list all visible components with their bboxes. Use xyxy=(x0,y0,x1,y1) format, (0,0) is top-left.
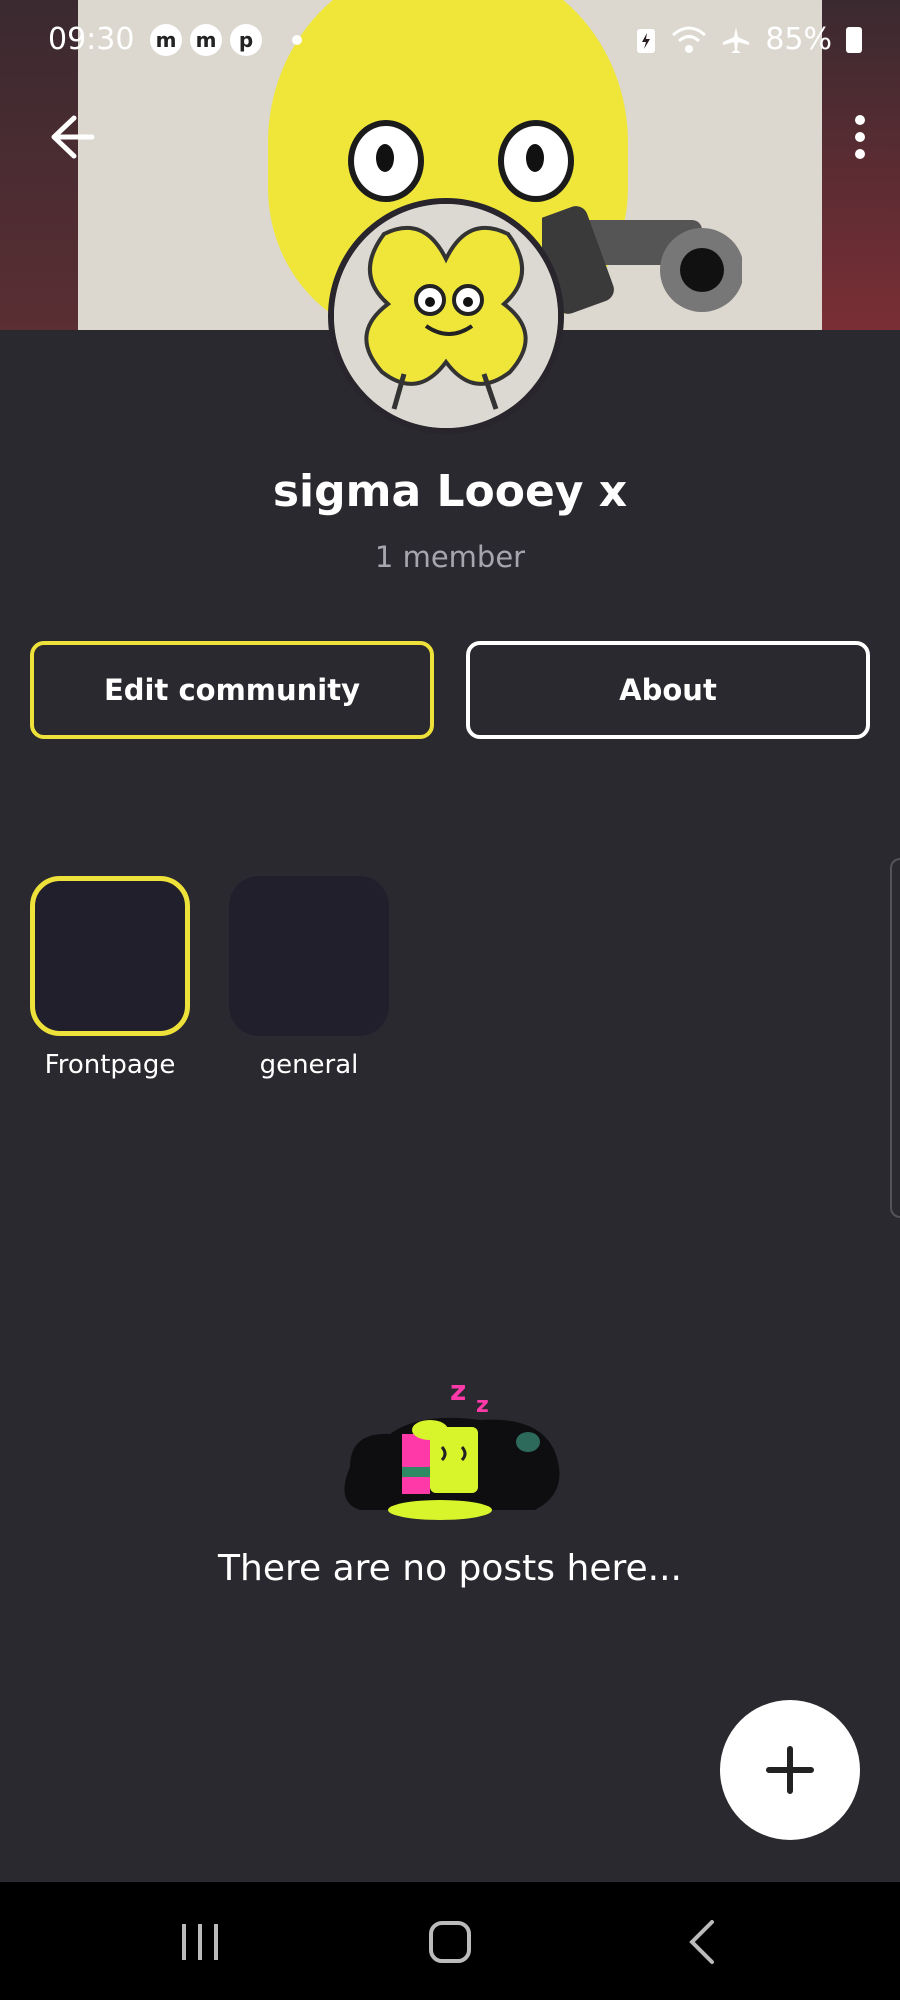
avatar-character-image xyxy=(334,204,558,428)
edit-community-button[interactable]: Edit community xyxy=(30,641,434,739)
back-arrow-icon[interactable] xyxy=(44,110,98,164)
channel-frontpage[interactable]: Frontpage xyxy=(30,876,190,1080)
channel-general[interactable]: general xyxy=(229,876,389,1080)
empty-state-message: There are no posts here... xyxy=(218,1548,682,1589)
channel-tile[interactable] xyxy=(229,876,389,1036)
airplane-mode-icon xyxy=(723,26,750,53)
more-notifications-dot xyxy=(292,35,302,45)
community-avatar[interactable] xyxy=(328,198,564,434)
home-icon[interactable] xyxy=(420,1912,480,1972)
scroll-handle[interactable] xyxy=(890,858,900,1218)
status-time: 09:30 xyxy=(48,22,135,57)
battery-icon xyxy=(846,26,862,53)
pinterest-icon: p xyxy=(230,24,262,56)
member-count[interactable]: 1 member xyxy=(0,540,900,574)
app-notification-icon: m xyxy=(150,24,182,56)
system-navigation-bar xyxy=(0,1882,900,2000)
create-post-button[interactable] xyxy=(720,1700,860,1840)
more-options-icon[interactable] xyxy=(840,110,880,164)
banner-left-eye xyxy=(348,120,424,202)
sleeping-creature-illustration: z z xyxy=(344,1374,560,1520)
community-title: sigma Looey x xyxy=(272,466,628,517)
plus-icon xyxy=(766,1746,814,1794)
battery-saver-icon xyxy=(637,28,656,53)
recent-apps-icon[interactable] xyxy=(170,1912,230,1972)
about-button[interactable]: About xyxy=(466,641,870,739)
system-back-icon[interactable] xyxy=(674,1912,734,1972)
svg-text:z: z xyxy=(476,1393,489,1418)
channel-tile[interactable] xyxy=(30,876,190,1036)
channel-label: Frontpage xyxy=(44,1050,176,1080)
status-right: 85% xyxy=(635,22,862,57)
app-notification-icon: m xyxy=(190,24,222,56)
battery-percent: 85% xyxy=(765,22,832,57)
gun-icon xyxy=(542,206,742,314)
status-bar: 09:30 m m p 85% xyxy=(0,0,900,80)
svg-text:z: z xyxy=(450,1374,466,1407)
channel-label: general xyxy=(259,1050,359,1080)
notification-icons: m m p xyxy=(150,24,302,56)
wifi-icon xyxy=(672,26,707,53)
